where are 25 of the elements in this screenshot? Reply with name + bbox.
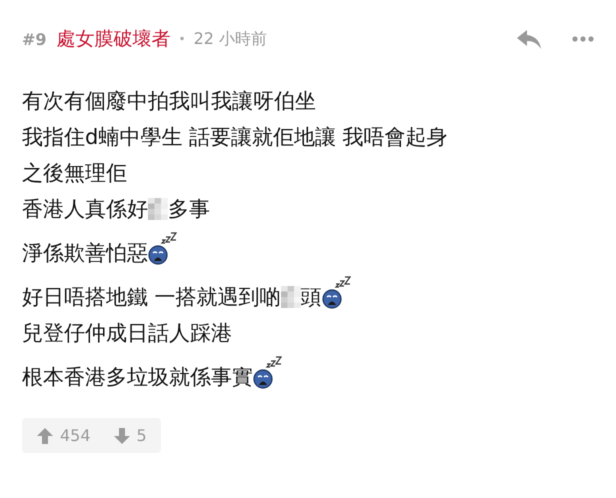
sleepy-face-icon [253, 355, 285, 389]
comment-text: 香港人真係好 [22, 196, 148, 223]
reply-icon[interactable] [516, 28, 542, 50]
comment-text: 兒登仔仲成日話人踩港 [22, 320, 232, 347]
comment-text: 有次有個廢中拍我叫我讓呀伯坐 [22, 88, 316, 115]
comment-text: 我指住d蝻中學生 話要讓就佢地讓 我唔會起身 [22, 124, 448, 151]
censored-mark [148, 198, 168, 220]
comment-text: 多事 [168, 196, 210, 223]
comment-text: 根本香港多垃圾就係事實 [22, 364, 253, 391]
sleepy-face-icon [148, 231, 180, 265]
more-icon[interactable] [572, 36, 594, 42]
separator-dot: • [178, 32, 186, 46]
down-arrow-icon [112, 426, 131, 444]
post-time: 22 小時前 [194, 28, 268, 50]
comment-text: 之後無理佢 [22, 160, 127, 187]
post-number: #9 [22, 30, 47, 48]
comment-text: 好日唔搭地鐵 一搭就遇到啲 [22, 284, 281, 311]
comment-text: 淨係欺善怕惡 [22, 240, 148, 267]
censored-mark [280, 286, 301, 308]
upvote-button[interactable]: 454 [36, 426, 91, 445]
author-name[interactable]: 處女膜破壞者 [56, 26, 171, 52]
comment-text: 頭 [300, 284, 322, 311]
downvote-button[interactable]: 5 [112, 426, 147, 445]
sleepy-face-icon [322, 275, 354, 309]
up-arrow-icon [36, 426, 54, 444]
